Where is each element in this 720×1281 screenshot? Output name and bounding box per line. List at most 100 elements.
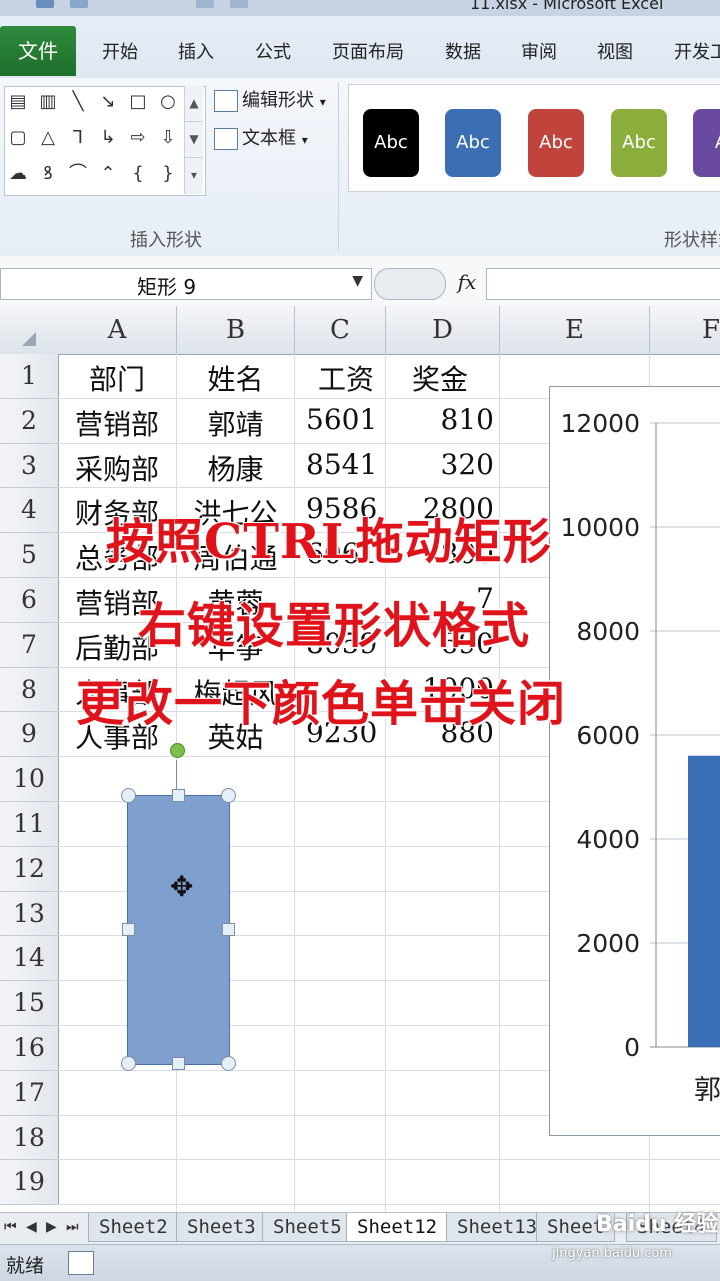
row-header-17[interactable]: 17 [0,1070,59,1116]
macro-record-icon[interactable] [68,1251,94,1275]
formula-bar-resize-handle[interactable] [374,268,446,300]
row-header-2[interactable]: 2 [0,398,59,444]
cell-d3[interactable]: 320 [386,448,494,481]
sheet-tab-sheet5[interactable]: Sheet5 [262,1213,353,1242]
select-all-corner[interactable] [0,306,59,355]
cell-a3[interactable]: 采购部 [58,448,176,488]
tab-data[interactable]: 数据 [445,38,481,64]
row-header-11[interactable]: 11 [0,802,59,847]
cell-a2[interactable]: 营销部 [58,403,176,443]
sheet-tab-sheet12[interactable]: Sheet12 [346,1213,449,1242]
row-header-10[interactable]: 10 [0,757,59,802]
first-sheet-icon[interactable]: ⏮ [4,1219,17,1235]
name-box[interactable]: 矩形 9 ▼ [0,268,372,300]
tab-review[interactable]: 审阅 [521,38,557,64]
row-header-3[interactable]: 3 [0,443,59,489]
rectangle-shape-icon[interactable]: □ [127,91,149,113]
cell-a1[interactable]: 部门 [58,358,176,398]
row-header-8[interactable]: 8 [0,667,59,713]
rotation-handle[interactable] [170,743,185,758]
row-header-16[interactable]: 16 [0,1026,59,1071]
elbow-connector-icon[interactable]: ⅂ [67,127,89,149]
gallery-more-icon[interactable]: ▾ [185,158,203,193]
sheet-tab-sheet2[interactable]: Sheet2 [88,1213,179,1242]
row-header-15[interactable]: 15 [0,981,59,1026]
quick-access-icon[interactable] [230,0,248,8]
row-header-7[interactable]: 7 [0,622,59,668]
tab-insert[interactable]: 插入 [178,38,214,64]
arrow-line-shape-icon[interactable]: ↘ [97,91,119,113]
row-header-18[interactable]: 18 [0,1115,59,1161]
resize-handle-bottom[interactable] [172,1057,185,1070]
resize-handle-top[interactable] [172,789,185,802]
next-sheet-icon[interactable]: ▶ [46,1219,57,1235]
curve-shape-icon[interactable]: ⌒ [67,163,89,185]
cell-c1[interactable]: 工资 [306,358,386,398]
scribble-shape-icon[interactable]: ꝸ [37,163,59,185]
style-button-green[interactable]: Abc [611,109,667,177]
elbow-arrow-connector-icon[interactable]: ↳ [97,127,119,149]
tab-page-layout[interactable]: 页面布局 [332,38,404,64]
style-button-red[interactable]: Abc [528,109,584,177]
undo-icon[interactable] [70,0,88,8]
cell-d2[interactable]: 810 [386,403,494,436]
cell-d1[interactable]: 奖金 [386,358,494,398]
row-header-14[interactable]: 14 [0,936,59,982]
gallery-down-icon[interactable]: ▼ [185,122,203,158]
formula-input[interactable] [486,268,720,300]
freeform-shape-icon[interactable]: ☁ [7,163,29,185]
line-shape-icon[interactable]: ╲ [67,91,89,113]
save-icon[interactable] [36,0,54,8]
sheet-tab-sheet3[interactable]: Sheet3 [176,1213,267,1242]
row-header-5[interactable]: 5 [0,533,59,578]
print-preview-icon[interactable] [196,0,214,8]
selected-rectangle-shape[interactable]: ✥ [127,795,230,1065]
column-header-a[interactable]: A [58,306,177,355]
tab-home[interactable]: 开始 [102,38,138,64]
chart-bar[interactable] [688,755,720,1047]
embedded-chart[interactable]: 12000 10000 8000 6000 4000 2000 0 郭 [549,386,720,1136]
row-header-13[interactable]: 13 [0,891,59,937]
sheet-tab-sheet13[interactable]: Sheet13 [446,1213,549,1242]
file-tab[interactable]: 文件 [0,26,76,76]
row-header-6[interactable]: 6 [0,578,59,623]
vertical-textbox-shape-icon[interactable]: ▥ [37,91,59,113]
style-button-black[interactable]: Abc [363,109,419,177]
resize-handle-right[interactable] [222,923,235,936]
right-brace-shape-icon[interactable]: } [157,163,179,185]
textbox-shape-icon[interactable]: ▤ [7,91,29,113]
arc-shape-icon[interactable]: ⌃ [97,163,119,185]
column-header-e[interactable]: E [500,306,650,355]
cell-b1[interactable]: 姓名 [177,358,294,398]
tab-developer[interactable]: 开发工 [674,38,720,64]
cell-c2[interactable]: 5601 [306,403,386,436]
resize-handle-bottom-left[interactable] [121,1056,136,1071]
edit-shape-button[interactable]: 编辑形状 ▾ [214,86,326,112]
text-box-button[interactable]: 文本框 ▾ [214,124,308,150]
down-arrow-shape-icon[interactable]: ⇩ [157,127,179,149]
row-header-1[interactable]: 1 [0,354,59,399]
resize-handle-top-right[interactable] [221,788,236,803]
triangle-shape-icon[interactable]: △ [37,127,59,149]
insert-function-icon[interactable]: fx [450,266,484,298]
left-brace-shape-icon[interactable]: { [127,163,149,185]
column-header-b[interactable]: B [177,306,295,355]
resize-handle-bottom-right[interactable] [221,1056,236,1071]
row-header-9[interactable]: 9 [0,712,59,758]
tab-view[interactable]: 视图 [597,38,633,64]
tab-formulas[interactable]: 公式 [255,38,291,64]
column-header-d[interactable]: D [386,306,500,355]
resize-handle-left[interactable] [122,923,135,936]
column-header-c[interactable]: C [295,306,386,355]
last-sheet-icon[interactable]: ⏭ [66,1219,79,1235]
row-header-4[interactable]: 4 [0,488,59,534]
row-header-19[interactable]: 19 [0,1160,59,1206]
row-header-12[interactable]: 12 [0,846,59,892]
cell-c3[interactable]: 8541 [306,448,386,481]
chevron-down-icon[interactable]: ▼ [352,273,363,289]
style-button-blue[interactable]: Abc [445,109,501,177]
resize-handle-top-left[interactable] [121,788,136,803]
right-arrow-shape-icon[interactable]: ⇨ [127,127,149,149]
style-button-purple[interactable]: A [693,109,720,177]
prev-sheet-icon[interactable]: ◀ [26,1219,37,1235]
